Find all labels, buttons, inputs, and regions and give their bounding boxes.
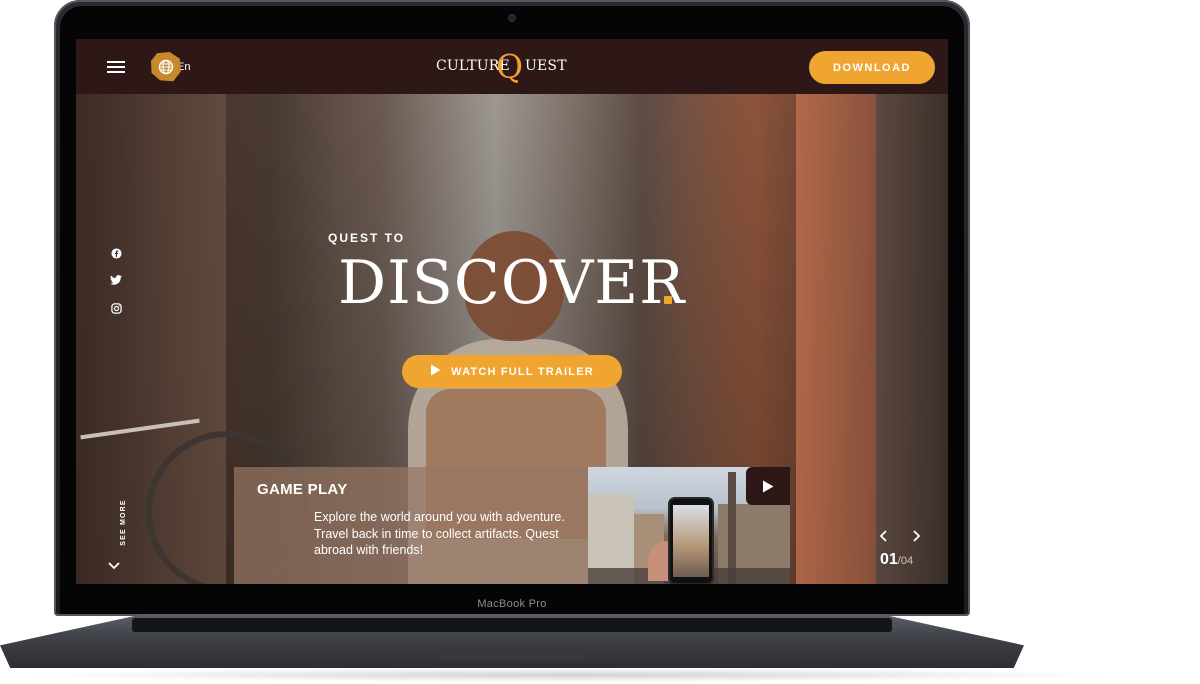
trackpad-notch: [436, 650, 588, 660]
website-screen: En CULTURE Q UEST DOWNLOAD QUEST TO DISC…: [76, 39, 948, 584]
gameplay-video-thumbnail[interactable]: [588, 467, 790, 584]
chevron-left-icon[interactable]: [879, 529, 889, 542]
globe-icon: [151, 52, 181, 82]
facebook-icon[interactable]: [110, 247, 122, 259]
webcam: [509, 15, 515, 21]
device-model-label: MacBook Pro: [477, 598, 547, 610]
language-selector[interactable]: En: [151, 52, 190, 82]
gameplay-title: GAME PLAY: [257, 481, 348, 498]
headline-accent-dot: [664, 296, 672, 304]
download-button[interactable]: DOWNLOAD: [809, 51, 935, 84]
instagram-icon[interactable]: [110, 302, 122, 314]
see-more-link[interactable]: SEE MORE: [98, 495, 132, 555]
gameplay-description: Explore the world around you with advent…: [314, 510, 565, 557]
play-icon: [430, 364, 441, 379]
top-navigation-bar: En CULTURE Q UEST DOWNLOAD: [76, 39, 948, 94]
slide-current: 01: [880, 551, 898, 568]
culturequest-logo[interactable]: CULTURE Q UEST: [432, 47, 592, 87]
logo-letter-q: Q: [496, 47, 524, 86]
hamburger-menu-icon[interactable]: [107, 61, 125, 73]
slide-total: /04: [897, 555, 914, 567]
video-play-button[interactable]: [746, 467, 790, 505]
laptop-shadow: [20, 668, 1120, 682]
chevron-down-icon[interactable]: [108, 557, 120, 570]
slide-counter: 01/04: [880, 551, 913, 569]
logo-text-uest: UEST: [525, 58, 567, 74]
alley-right-wall: [796, 94, 876, 584]
see-more-label: SEE MORE: [119, 499, 127, 546]
watch-trailer-label: WATCH FULL TRAILER: [451, 365, 594, 378]
watch-trailer-button[interactable]: WATCH FULL TRAILER: [402, 355, 622, 388]
alley-far-right-wall: [876, 94, 948, 584]
chevron-right-icon[interactable]: [913, 529, 923, 542]
twitter-icon[interactable]: [110, 274, 122, 286]
gameplay-card: GAME PLAY Explore the world around you w…: [234, 467, 588, 584]
keyboard-edge: [132, 618, 892, 632]
slide-pager: 01/04: [876, 527, 936, 569]
hero-headline: DISCOVER: [338, 248, 686, 318]
smartphone: [668, 497, 714, 584]
